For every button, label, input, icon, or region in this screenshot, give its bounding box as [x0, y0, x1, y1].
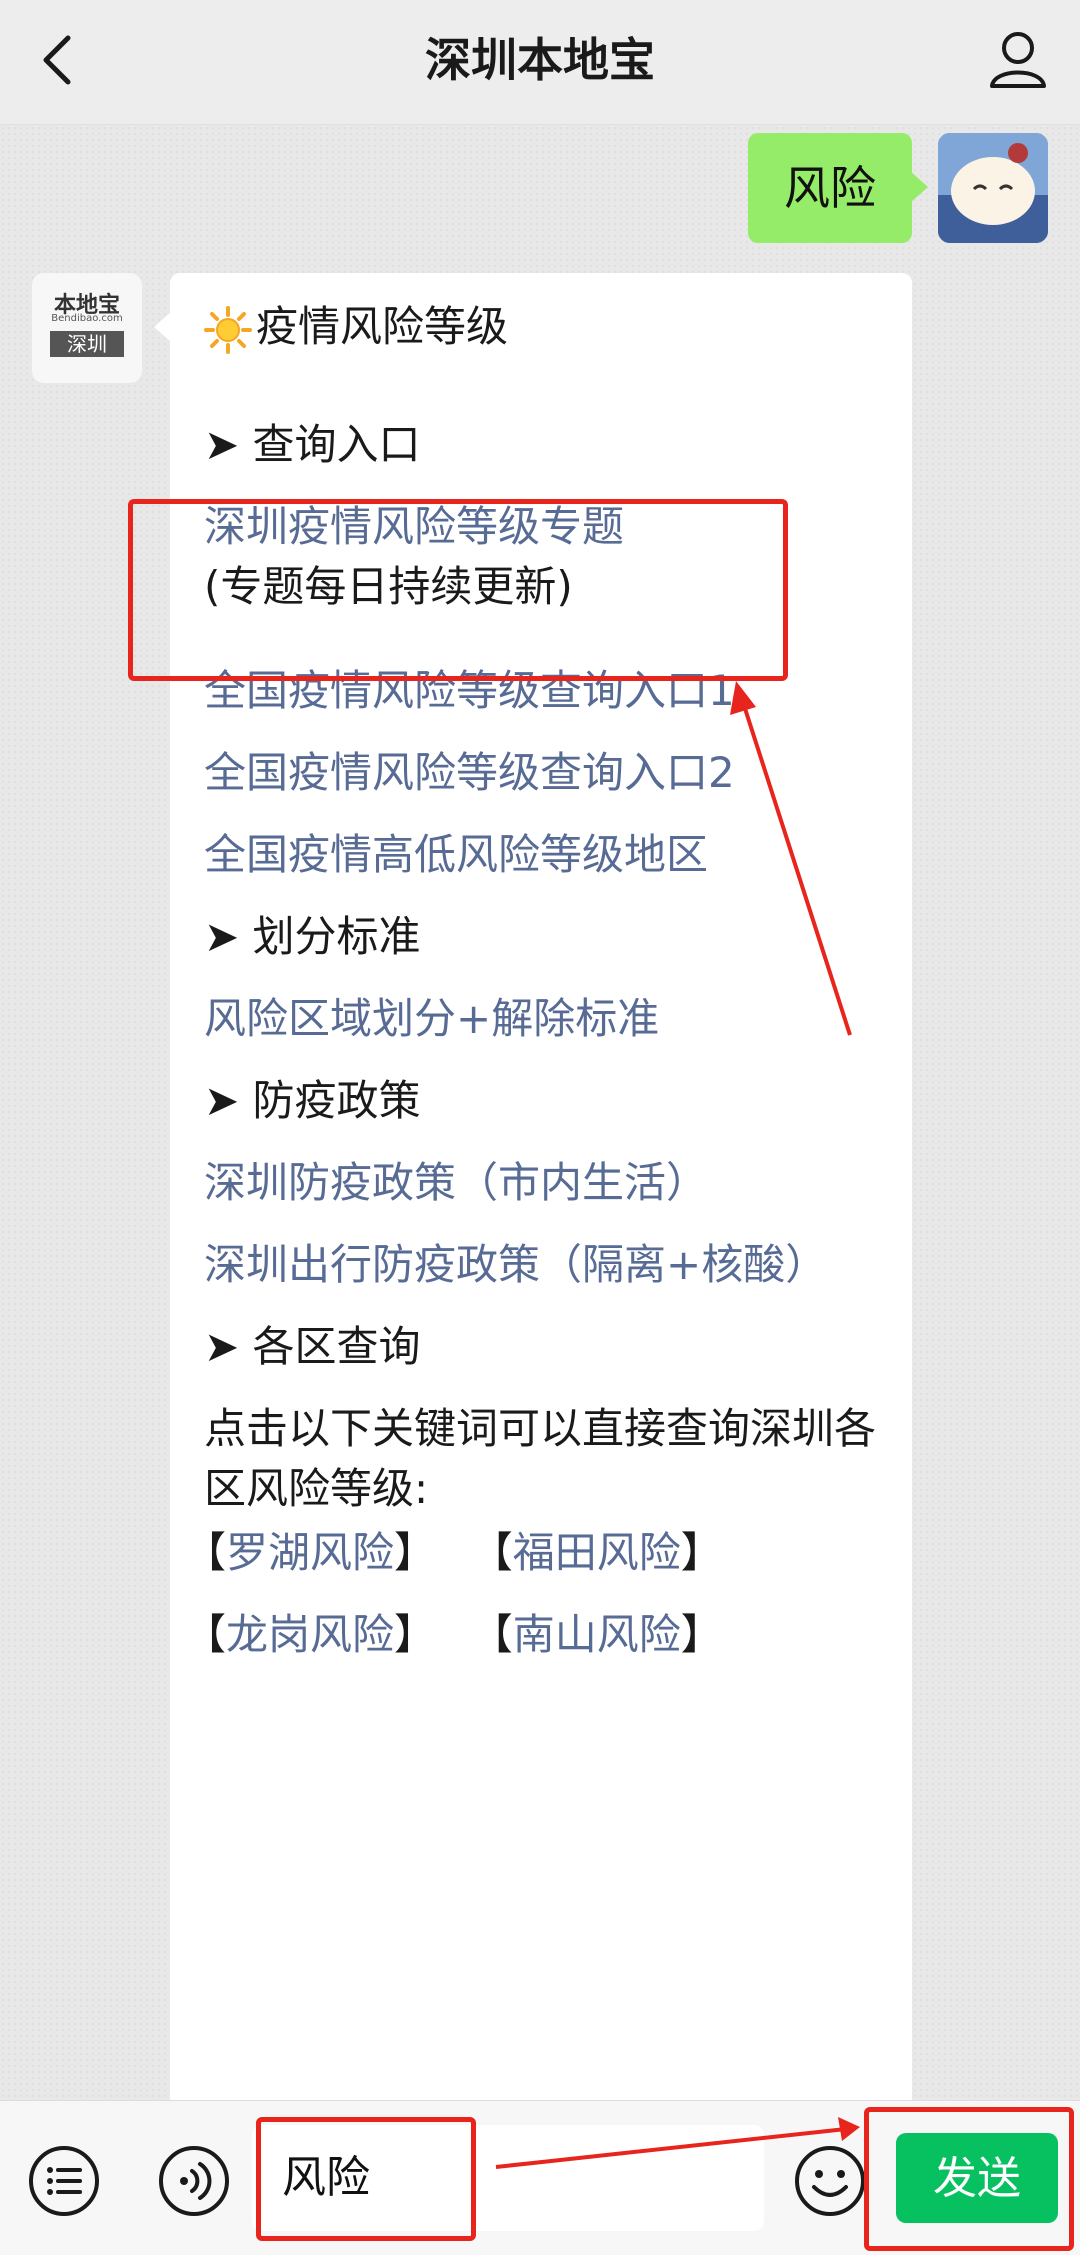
nav-bar: 深圳本地宝: [0, 0, 1080, 125]
annotation-arrow: [730, 681, 852, 1036]
profile-button[interactable]: [984, 26, 1052, 94]
chat-area[interactable]: 风险 本地宝 Bendibao.com 深圳 疫情风险等级 ➤ 查询入口 深圳疫…: [0, 125, 1080, 2100]
annotation-arrow-send: [495, 2117, 860, 2169]
page-title: 深圳本地宝: [425, 33, 655, 87]
person-icon: [990, 32, 1046, 88]
input-bar: 风险 发送: [0, 2100, 1080, 2255]
